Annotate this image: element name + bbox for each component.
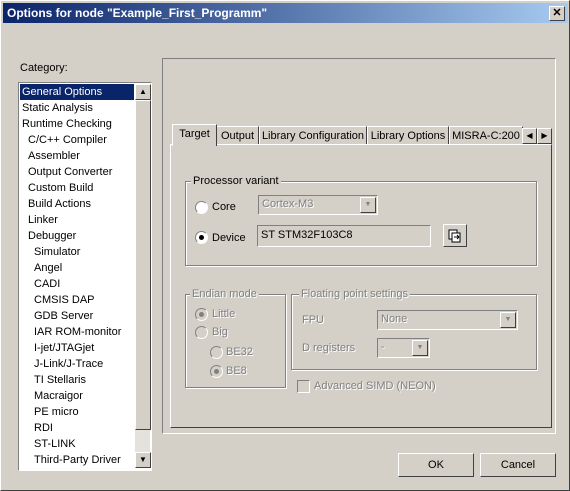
processor-variant-group bbox=[185, 181, 537, 266]
ok-button[interactable]: OK bbox=[398, 453, 474, 477]
tab-library-configuration[interactable]: Library Configuration bbox=[259, 126, 367, 145]
category-item[interactable]: Third-Party Driver bbox=[20, 452, 134, 468]
category-item[interactable]: CADI bbox=[20, 276, 134, 292]
core-value: Cortex-M3 bbox=[262, 198, 314, 210]
fpu-value: None bbox=[381, 313, 408, 325]
tab-output[interactable]: Output bbox=[216, 126, 259, 145]
category-item[interactable]: Macraigor bbox=[20, 388, 134, 404]
category-item[interactable]: J-Link/J-Trace bbox=[20, 356, 134, 372]
little-radio[interactable] bbox=[195, 308, 208, 321]
close-button[interactable]: ✕ bbox=[549, 6, 565, 21]
radio-dot-icon bbox=[199, 235, 204, 240]
tab-misra[interactable]: MISRA-C:200 bbox=[449, 126, 523, 145]
scroll-thumb[interactable] bbox=[135, 100, 151, 430]
window-title: Options for node "Example_First_Programm… bbox=[7, 6, 268, 20]
category-item[interactable]: PE micro bbox=[20, 404, 134, 420]
category-item[interactable]: GDB Server bbox=[20, 308, 134, 324]
category-item[interactable]: General Options bbox=[20, 84, 134, 100]
category-item[interactable]: I-jet/JTAGjet bbox=[20, 340, 134, 356]
category-item[interactable]: Assembler bbox=[20, 148, 134, 164]
advanced-simd-label: Advanced SIMD (NEON) bbox=[314, 380, 436, 392]
category-item[interactable]: Runtime Checking bbox=[20, 116, 134, 132]
category-item[interactable]: TI Stellaris bbox=[20, 372, 134, 388]
d-registers-select[interactable]: - ▼ bbox=[377, 338, 430, 358]
device-select-button[interactable] bbox=[443, 224, 467, 247]
category-item[interactable]: RDI bbox=[20, 420, 134, 436]
d-registers-label: D registers bbox=[302, 342, 356, 354]
advanced-simd-checkbox[interactable] bbox=[297, 380, 310, 393]
category-item[interactable]: Output Converter bbox=[20, 164, 134, 180]
d-registers-value: - bbox=[381, 341, 385, 353]
core-select[interactable]: Cortex-M3 ▼ bbox=[258, 195, 378, 215]
category-item[interactable]: Build Actions bbox=[20, 196, 134, 212]
category-item[interactable]: Angel bbox=[20, 260, 134, 276]
endian-mode-label: Endian mode bbox=[190, 288, 259, 300]
category-item[interactable]: Simulator bbox=[20, 244, 134, 260]
big-label: Big bbox=[212, 326, 228, 338]
category-item[interactable]: Debugger bbox=[20, 228, 134, 244]
radio-dot-icon bbox=[199, 312, 204, 317]
device-value: ST STM32F103C8 bbox=[261, 229, 353, 241]
tab-scroll-right-icon[interactable]: ▶ bbox=[537, 128, 552, 144]
title-bar[interactable]: Options for node "Example_First_Programm… bbox=[3, 3, 568, 23]
category-item[interactable]: Static Analysis bbox=[20, 100, 134, 116]
device-list-icon bbox=[448, 229, 461, 243]
scroll-down-icon[interactable]: ▼ bbox=[135, 452, 151, 468]
chevron-down-icon: ▼ bbox=[412, 340, 428, 356]
processor-variant-label: Processor variant bbox=[191, 175, 281, 187]
be32-label: BE32 bbox=[226, 346, 253, 358]
category-item[interactable]: CMSIS DAP bbox=[20, 292, 134, 308]
be8-radio[interactable] bbox=[210, 365, 223, 378]
chevron-down-icon: ▼ bbox=[500, 312, 516, 328]
radio-dot-icon bbox=[214, 369, 219, 374]
tab-scroll-left-icon[interactable]: ◀ bbox=[522, 128, 537, 144]
chevron-down-icon: ▼ bbox=[360, 197, 376, 213]
little-label: Little bbox=[212, 308, 236, 320]
fpu-label: FPU bbox=[302, 314, 324, 326]
category-item[interactable]: C/C++ Compiler bbox=[20, 132, 134, 148]
big-radio[interactable] bbox=[195, 326, 208, 339]
tab-library-options[interactable]: Library Options bbox=[367, 126, 449, 145]
category-item[interactable]: Custom Build bbox=[20, 180, 134, 196]
be32-radio[interactable] bbox=[210, 346, 223, 359]
floating-point-group bbox=[291, 294, 537, 370]
floating-point-label: Floating point settings bbox=[299, 288, 411, 300]
category-item[interactable]: IAR ROM-monitor bbox=[20, 324, 134, 340]
tab-target[interactable]: Target bbox=[172, 124, 217, 146]
device-label: Device bbox=[212, 232, 246, 244]
device-radio[interactable] bbox=[195, 231, 208, 244]
be8-label: BE8 bbox=[226, 365, 247, 377]
core-label: Core bbox=[212, 201, 236, 213]
category-scrollbar[interactable]: ▲ ▼ bbox=[135, 84, 151, 468]
category-item[interactable]: ST-LINK bbox=[20, 436, 134, 452]
cancel-button[interactable]: Cancel bbox=[480, 453, 556, 477]
fpu-select[interactable]: None ▼ bbox=[377, 310, 518, 330]
core-radio[interactable] bbox=[195, 201, 208, 214]
category-label: Category: bbox=[20, 62, 68, 74]
scroll-up-icon[interactable]: ▲ bbox=[135, 84, 151, 100]
device-field[interactable]: ST STM32F103C8 bbox=[257, 225, 431, 247]
category-list: General Options Static Analysis Runtime Ch… bbox=[18, 82, 152, 471]
category-item[interactable]: Linker bbox=[20, 212, 134, 228]
